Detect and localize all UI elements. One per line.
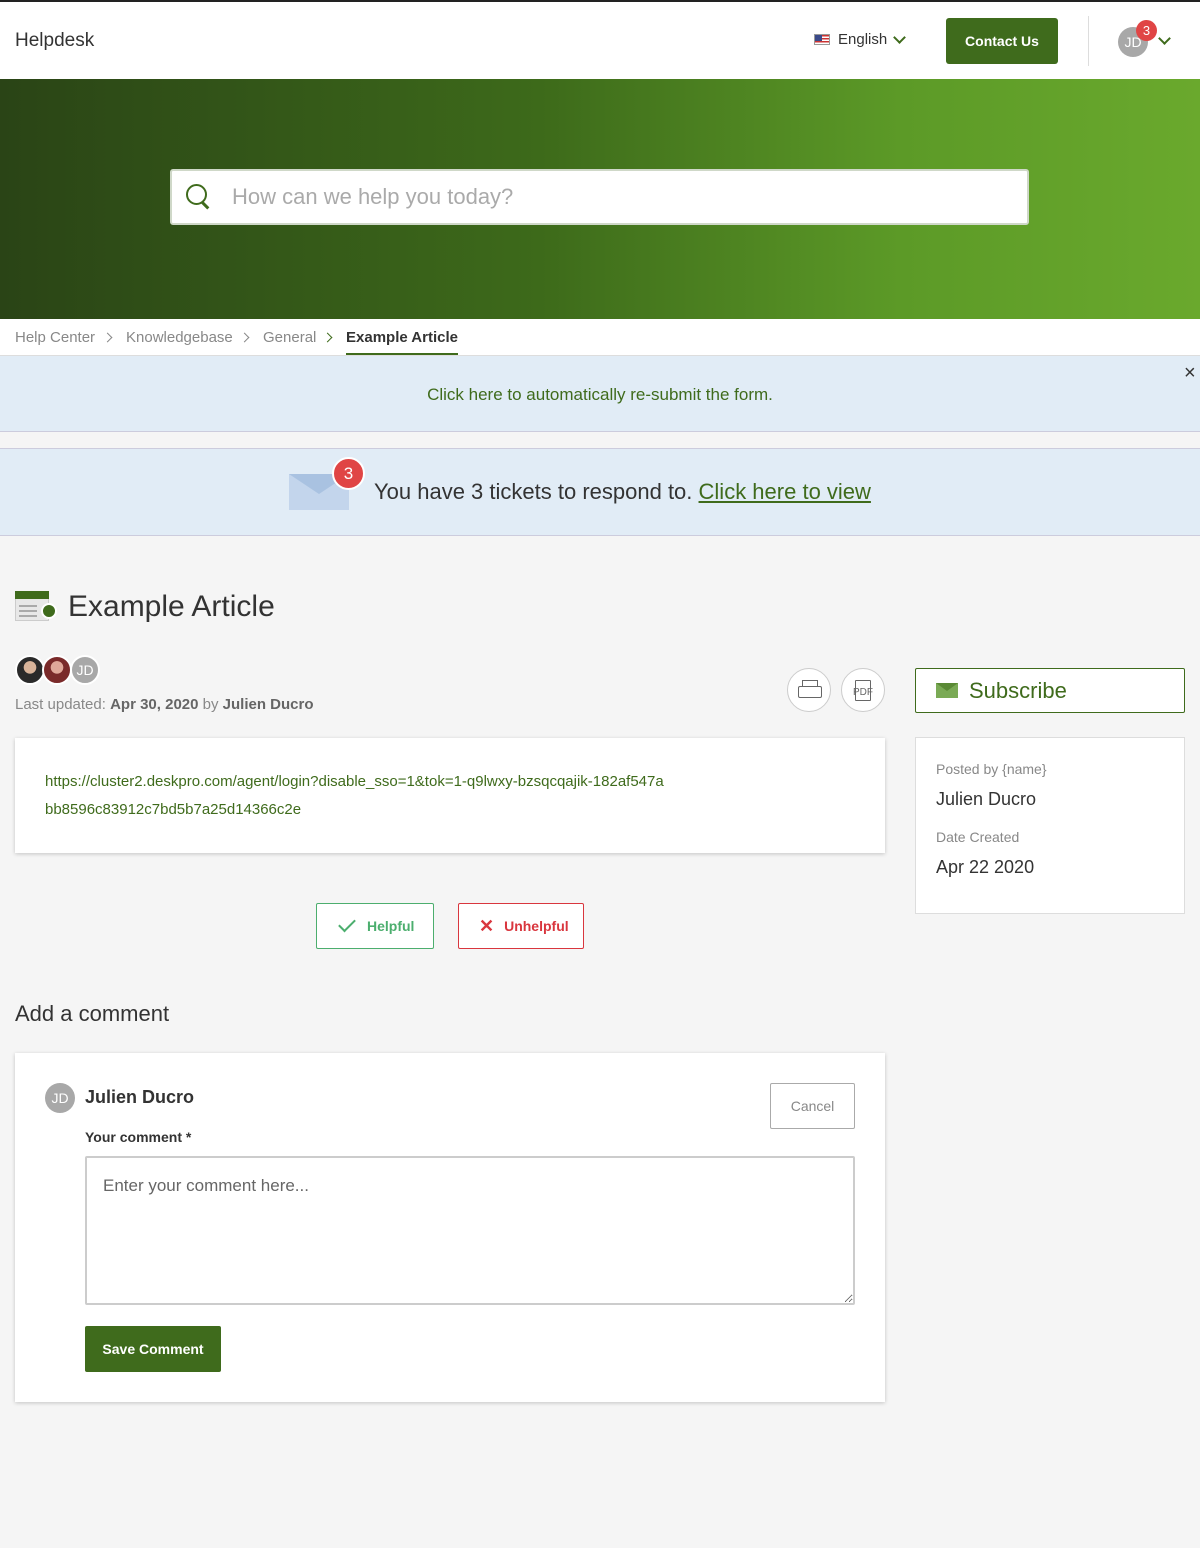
comment-form: JD Julien Ducro Cancel Your comment * Sa… <box>15 1053 885 1402</box>
breadcrumb-knowledgebase[interactable]: Knowledgebase <box>126 329 233 346</box>
resubmit-link[interactable]: Click here to automatically re-submit th… <box>0 385 1200 405</box>
cancel-button[interactable]: Cancel <box>770 1083 855 1129</box>
search-box[interactable] <box>170 169 1029 225</box>
unhelpful-button[interactable]: ✕ Unhelpful <box>458 903 584 949</box>
tickets-badge: 3 <box>332 457 365 490</box>
breadcrumb: Help Center Knowledgebase General Exampl… <box>0 319 1200 356</box>
language-selector[interactable]: English <box>814 30 907 48</box>
subscribe-label: Subscribe <box>969 677 1067 703</box>
pdf-icon: PDF <box>853 679 873 701</box>
avatar: JD <box>45 1083 75 1113</box>
resubmit-notice: Click here to automatically re-submit th… <box>0 356 1200 432</box>
updated-by: by <box>202 696 219 713</box>
comment-user-name: Julien Ducro <box>85 1087 195 1107</box>
article-icon <box>15 591 59 625</box>
comment-textarea[interactable] <box>85 1156 855 1305</box>
tickets-banner: 3 You have 3 tickets to respond to. Clic… <box>0 448 1200 536</box>
helpful-button[interactable]: Helpful <box>316 903 434 949</box>
check-icon <box>338 914 356 933</box>
tickets-message: You have 3 tickets to respond to. Click … <box>374 479 871 505</box>
breadcrumb-help-center[interactable]: Help Center <box>15 329 95 346</box>
brand-title[interactable]: Helpdesk <box>15 30 94 52</box>
envelope-icon <box>936 683 958 698</box>
article-link[interactable]: https://cluster2.deskpro.com/agent/login… <box>45 768 665 824</box>
add-comment-heading: Add a comment <box>15 1001 170 1026</box>
chevron-right-icon <box>102 332 113 343</box>
updated-author: Julien Ducro <box>222 696 314 713</box>
posted-by-label: Posted by {name} <box>936 761 1047 777</box>
hero-banner <box>0 79 1200 319</box>
breadcrumb-current: Example Article <box>346 329 458 355</box>
header: Helpdesk English Contact Us JD 3 <box>0 2 1200 79</box>
chevron-right-icon <box>239 332 250 343</box>
unhelpful-label: Unhelpful <box>504 918 569 934</box>
helpful-label: Helpful <box>367 918 415 934</box>
avatar[interactable] <box>15 655 45 685</box>
date-created-label: Date Created <box>936 829 1020 845</box>
updated-prefix: Last updated: <box>15 696 106 713</box>
comment-label: Your comment * <box>85 1129 192 1145</box>
chevron-right-icon <box>322 332 333 343</box>
user-menu[interactable]: JD 3 <box>1118 20 1178 58</box>
header-divider <box>1088 16 1089 66</box>
date-created-value: Apr 22 2020 <box>936 857 1035 877</box>
tickets-text: You have 3 tickets to respond to. <box>374 479 693 504</box>
article-body: https://cluster2.deskpro.com/agent/login… <box>15 738 885 853</box>
avatar[interactable]: JD <box>70 655 100 685</box>
breadcrumb-general[interactable]: General <box>263 329 316 346</box>
last-updated: Last updated: Apr 30, 2020 by Julien Duc… <box>15 696 314 713</box>
close-icon: ✕ <box>479 915 495 936</box>
pdf-button[interactable]: PDF <box>841 668 885 712</box>
notification-badge: 3 <box>1136 20 1157 41</box>
chevron-down-icon <box>1158 32 1171 45</box>
view-tickets-link[interactable]: Click here to view <box>699 479 871 504</box>
author-avatars: JD <box>15 655 115 685</box>
search-icon <box>186 184 212 210</box>
search-input[interactable] <box>232 184 992 210</box>
save-comment-button[interactable]: Save Comment <box>85 1326 221 1372</box>
print-button[interactable] <box>787 668 831 712</box>
language-label: English <box>838 31 888 48</box>
avatar[interactable] <box>42 655 72 685</box>
contact-us-button[interactable]: Contact Us <box>946 18 1058 64</box>
subscribe-button[interactable]: Subscribe <box>915 668 1185 713</box>
print-icon <box>798 680 822 700</box>
chevron-down-icon <box>893 30 907 44</box>
us-flag-icon <box>814 34 830 45</box>
article-info: Posted by {name} Julien Ducro Date Creat… <box>915 737 1185 914</box>
close-icon[interactable]: × <box>1184 362 1196 385</box>
updated-date: Apr 30, 2020 <box>110 696 199 713</box>
posted-by-value: Julien Ducro <box>936 789 1037 809</box>
page-title: Example Article <box>68 590 275 623</box>
